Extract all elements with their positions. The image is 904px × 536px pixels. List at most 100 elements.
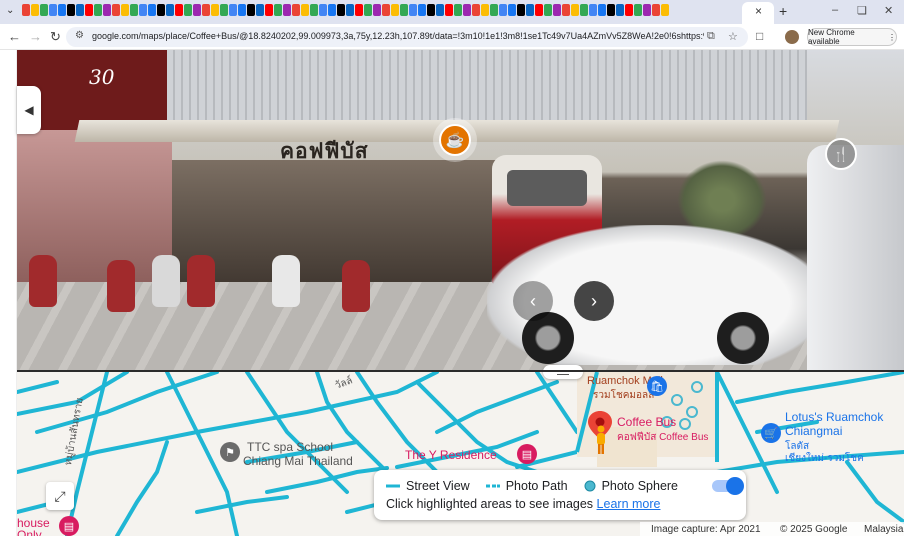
tab-favicon[interactable] <box>328 4 336 16</box>
tab-favicon[interactable] <box>49 4 57 16</box>
street-view-panorama[interactable]: 30 คอฟฟีบัส ☕ 🍴 ‹ › <box>17 50 904 371</box>
tab-favicon[interactable] <box>139 4 147 16</box>
tab-favicon[interactable] <box>490 4 498 16</box>
tab-favicon[interactable] <box>643 4 651 16</box>
tab-favicon[interactable] <box>175 4 183 16</box>
tab-favicon[interactable] <box>454 4 462 16</box>
tab-favicon[interactable] <box>184 4 192 16</box>
tab-favicon[interactable] <box>247 4 255 16</box>
reload-icon[interactable]: ↻ <box>50 29 61 45</box>
tab-favicon[interactable] <box>40 4 48 16</box>
tab-favicon[interactable] <box>292 4 300 16</box>
tab-favicon[interactable] <box>94 4 102 16</box>
tab-favicon[interactable] <box>625 4 633 16</box>
pegman-icon[interactable] <box>594 425 608 455</box>
tab-favicon[interactable] <box>580 4 588 16</box>
tab-favicon[interactable] <box>409 4 417 16</box>
tab-favicon[interactable] <box>535 4 543 16</box>
tab-favicon[interactable] <box>238 4 246 16</box>
tab-favicon[interactable] <box>148 4 156 16</box>
tab-favicon[interactable] <box>544 4 552 16</box>
tab-favicon[interactable] <box>427 4 435 16</box>
map-label-ttc-city[interactable]: Chiang Mai Thailand <box>243 454 353 468</box>
forward-icon[interactable]: → <box>29 29 42 44</box>
tab-favicon[interactable] <box>364 4 372 16</box>
back-icon[interactable]: ← <box>8 29 21 44</box>
map-label-y-residence[interactable]: The Y Residence <box>405 448 497 462</box>
tab-favicon[interactable] <box>337 4 345 16</box>
school-icon[interactable]: ⚑ <box>220 442 240 462</box>
tab-favicon[interactable] <box>373 4 381 16</box>
tab-favicon[interactable] <box>463 4 471 16</box>
tab-favicon[interactable] <box>445 4 453 16</box>
map-label-lotus-thai-2[interactable]: เชียงใหม่-รวมโชค <box>785 451 864 466</box>
tab-favicon[interactable] <box>22 4 30 16</box>
close-window-icon[interactable]: ✕ <box>884 4 893 17</box>
panel-resize-handle[interactable] <box>543 365 583 379</box>
tab-favicon[interactable] <box>355 4 363 16</box>
map-label-house-only[interactable]: Only <box>17 528 42 536</box>
fork-knife-icon[interactable]: 🍴 <box>825 138 857 170</box>
tab-favicon[interactable] <box>319 4 327 16</box>
tab-favicon[interactable] <box>508 4 516 16</box>
tab-favicon[interactable] <box>103 4 111 16</box>
tab-favicon[interactable] <box>436 4 444 16</box>
map-label-ttc-school[interactable]: TTC spa School <box>247 440 333 454</box>
address-bar[interactable]: ⚙ google.com/maps/place/Coffee+Bus/@18.8… <box>66 27 748 47</box>
tab-favicon[interactable] <box>310 4 318 16</box>
tab-favicon[interactable] <box>211 4 219 16</box>
close-tab-icon[interactable]: × <box>755 4 762 18</box>
tab-favicon[interactable] <box>58 4 66 16</box>
map-label-ruamchok-mall-thai[interactable]: รวมโชคมอลล์ <box>593 388 654 403</box>
install-app-icon[interactable]: ⧉ <box>707 30 715 43</box>
map-label-lotus[interactable]: Lotus's Ruamchok <box>785 410 883 424</box>
tab-favicon[interactable] <box>76 4 84 16</box>
chevron-left-icon[interactable]: ◀ <box>17 86 41 134</box>
tab-favicon[interactable] <box>130 4 138 16</box>
tab-favicon[interactable] <box>121 4 129 16</box>
tab-favicon[interactable] <box>481 4 489 16</box>
tab-favicon[interactable] <box>220 4 228 16</box>
tab-favicon[interactable] <box>652 4 660 16</box>
tab-favicon[interactable] <box>382 4 390 16</box>
tab-favicon[interactable] <box>400 4 408 16</box>
tab-favicon[interactable] <box>589 4 597 16</box>
tab-favicon[interactable] <box>418 4 426 16</box>
expand-map-icon[interactable]: ⤢ <box>46 482 74 510</box>
extensions-icon[interactable]: □ <box>756 29 763 43</box>
maximize-icon[interactable]: ❏ <box>857 4 867 17</box>
tab-favicon[interactable] <box>391 4 399 16</box>
learn-more-link[interactable]: Learn more <box>597 497 661 511</box>
minimize-icon[interactable]: – <box>832 4 838 16</box>
tab-favicon[interactable] <box>553 4 561 16</box>
url-text[interactable]: google.com/maps/place/Coffee+Bus/@18.824… <box>92 31 704 41</box>
tab-favicon[interactable] <box>265 4 273 16</box>
region-text[interactable]: Malaysia <box>864 524 903 535</box>
tab-favicon[interactable] <box>571 4 579 16</box>
tab-favicon[interactable] <box>112 4 120 16</box>
tab-favicon[interactable] <box>499 4 507 16</box>
tab-favicon[interactable] <box>256 4 264 16</box>
new-tab-button[interactable]: + <box>779 3 787 19</box>
hotel-bed-icon[interactable]: ▤ <box>59 516 79 536</box>
new-chrome-available-button[interactable]: New Chrome available ⋮ <box>807 28 897 46</box>
tab-favicon[interactable] <box>274 4 282 16</box>
cafe-pin[interactable]: ☕ <box>433 118 477 162</box>
tab-favicon[interactable] <box>526 4 534 16</box>
tab-favicon[interactable] <box>202 4 210 16</box>
tab-favicon[interactable] <box>634 4 642 16</box>
tab-favicon[interactable] <box>85 4 93 16</box>
tab-favicon[interactable] <box>193 4 201 16</box>
bookmark-star-icon[interactable]: ☆ <box>728 30 738 43</box>
tab-favicon[interactable] <box>607 4 615 16</box>
tab-favicon[interactable] <box>661 4 669 16</box>
tab-favicon[interactable] <box>67 4 75 16</box>
tab-favicon[interactable] <box>283 4 291 16</box>
tab-favicon[interactable] <box>31 4 39 16</box>
map-label-coffee-bus[interactable]: Coffee Bus <box>617 415 676 429</box>
tab-favicon[interactable] <box>157 4 165 16</box>
tab-favicon[interactable] <box>229 4 237 16</box>
map-label-lotus-city[interactable]: Chiangmai <box>785 424 842 438</box>
tab-favicon[interactable] <box>598 4 606 16</box>
site-info-icon[interactable]: ⚙ <box>75 30 84 41</box>
